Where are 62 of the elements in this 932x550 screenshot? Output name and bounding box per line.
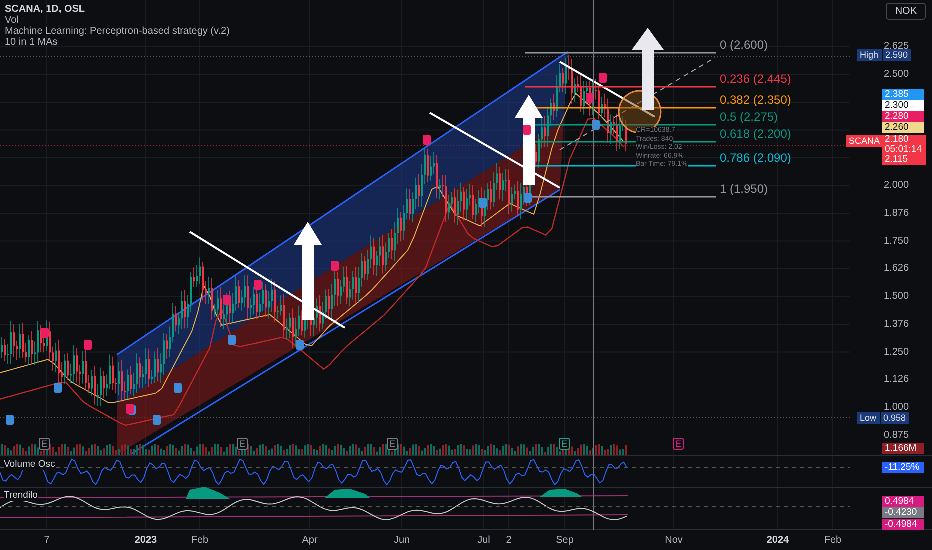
indicator-label[interactable]: Vol bbox=[5, 15, 230, 26]
fib-level-label: 0.236 (2.445) bbox=[720, 72, 792, 86]
time-axis-label: 2 bbox=[505, 535, 513, 546]
fib-level-label: 0.5 (2.275) bbox=[720, 110, 778, 124]
price-badge: 2.260 bbox=[882, 122, 924, 133]
fib-level-label: 0 (2.600) bbox=[720, 38, 768, 52]
price-tick-label: 2.000 bbox=[884, 180, 910, 191]
fib-level-label: 0.618 (2.200) bbox=[720, 127, 792, 141]
bar-countdown: 05:01:14 bbox=[885, 145, 923, 155]
indicator-label[interactable]: Machine Learning: Perceptron-based strategy (v.2) bbox=[5, 26, 230, 37]
fib-level-label: 0.786 (2.090) bbox=[720, 151, 792, 165]
price-tick-label: 1.876 bbox=[884, 208, 910, 219]
time-axis-label: Jun bbox=[392, 535, 412, 546]
currency-button[interactable]: NOK bbox=[886, 3, 926, 20]
price-badge-label: Low bbox=[857, 412, 880, 424]
last-price: 2.180 bbox=[885, 135, 910, 145]
symbol-badge: SCANA bbox=[846, 135, 884, 147]
price-badge: 1.166M bbox=[882, 443, 924, 454]
fib-level-label: 0.382 (2.350) bbox=[720, 93, 792, 107]
price-badge: 2.590 bbox=[882, 49, 912, 61]
time-axis-label: Nov bbox=[664, 535, 684, 546]
earnings-marker[interactable]: E bbox=[559, 438, 570, 450]
time-axis-label: Jul bbox=[476, 535, 492, 546]
price-tick-label: 1.626 bbox=[884, 263, 910, 274]
time-axis-label: 2023 bbox=[134, 535, 158, 546]
price-tick-label: 0.875 bbox=[884, 430, 910, 441]
price-tick-label: 1.250 bbox=[884, 346, 910, 358]
earnings-marker[interactable]: E bbox=[387, 438, 398, 450]
earnings-marker[interactable]: E bbox=[39, 438, 50, 450]
price-tick-label: 1.750 bbox=[884, 236, 910, 246]
price-badge: -0.4230 bbox=[882, 507, 924, 518]
price-tick-label: 1.126 bbox=[884, 374, 910, 386]
price-badge: -0.4984 bbox=[882, 519, 924, 530]
symbol-title: SCANA, 1D, OSL bbox=[5, 4, 86, 15]
time-axis-label: 7 bbox=[43, 535, 51, 546]
price-tick-label: 1.376 bbox=[884, 318, 910, 330]
earnings-marker[interactable]: E bbox=[673, 438, 684, 450]
indicator-label[interactable]: 10 in 1 MAs bbox=[5, 37, 230, 48]
fib-level-label: 1 (1.950) bbox=[720, 182, 768, 196]
price-badge: 0.4984 bbox=[882, 496, 924, 507]
pane-title: Volume Osc bbox=[4, 459, 56, 470]
time-axis-label: 2024 bbox=[766, 535, 790, 546]
price-badge: -11.25% bbox=[882, 462, 924, 473]
up-arrow-icon bbox=[515, 95, 543, 185]
pane-title: Trendilo bbox=[4, 490, 38, 501]
time-axis-label: Feb bbox=[190, 535, 210, 546]
last-price-low: 2.115 bbox=[885, 155, 910, 165]
price-badge: 0.958 bbox=[880, 412, 910, 424]
price-tick-label: 2.500 bbox=[884, 68, 910, 80]
time-axis-label: Feb bbox=[823, 535, 843, 546]
earnings-marker[interactable]: E bbox=[237, 438, 248, 450]
up-arrow-icon bbox=[632, 28, 664, 110]
price-tick-label: 1.000 bbox=[884, 402, 910, 413]
up-arrow-icon bbox=[294, 222, 322, 320]
time-axis-label: Apr bbox=[301, 535, 319, 546]
price-tick-label: 1.500 bbox=[884, 291, 910, 302]
price-badge-label: High bbox=[857, 49, 882, 61]
price-badge: 2.280 bbox=[882, 111, 924, 122]
time-axis-label: Sep bbox=[555, 535, 575, 546]
price-badge: 2.300 bbox=[882, 100, 924, 111]
price-tick-label: 2.625 bbox=[884, 41, 910, 52]
price-badge: 2.385 bbox=[882, 89, 924, 100]
